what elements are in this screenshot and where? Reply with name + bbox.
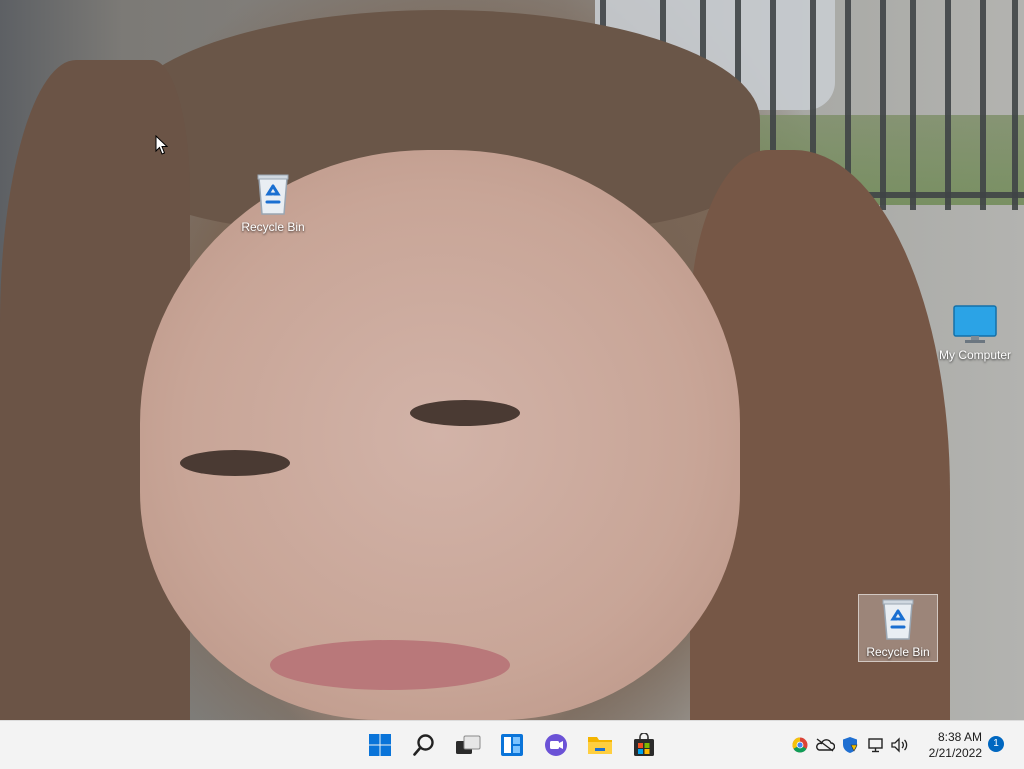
chat-button[interactable] — [540, 729, 572, 761]
security-icon[interactable] — [840, 735, 860, 755]
widgets-button[interactable] — [496, 729, 528, 761]
start-button[interactable] — [364, 729, 396, 761]
recycle-bin-icon — [882, 599, 914, 640]
desktop-icon-label: Recycle Bin — [866, 645, 930, 659]
store-icon — [634, 733, 654, 756]
mouse-cursor-icon — [155, 135, 169, 155]
clock-date: 2/21/2022 — [928, 746, 982, 760]
task-view-button[interactable] — [452, 729, 484, 761]
onedrive-icon[interactable] — [815, 735, 835, 755]
search-button[interactable] — [408, 729, 440, 761]
desktop-icon-label: My Computer — [938, 348, 1012, 362]
notification-badge[interactable]: 1 — [988, 736, 1004, 752]
task-view-icon — [456, 735, 481, 754]
network-icon[interactable] — [865, 735, 885, 755]
wallpaper-face — [140, 150, 740, 720]
computer-monitor-icon — [953, 305, 997, 343]
desktop-icon-my-computer[interactable]: My Computer — [936, 304, 1014, 362]
file-explorer-button[interactable] — [584, 729, 616, 761]
chrome-icon[interactable] — [790, 735, 810, 755]
widgets-icon — [501, 734, 523, 756]
clock-time: 8:38 AM — [937, 730, 982, 744]
chat-icon — [545, 734, 567, 756]
windows-start-icon — [369, 734, 391, 756]
search-icon — [413, 734, 434, 756]
desktop-icon-recycle-bin-selected[interactable]: Recycle Bin — [858, 594, 938, 662]
store-button[interactable] — [628, 729, 660, 761]
volume-icon[interactable] — [890, 735, 910, 755]
file-explorer-icon — [588, 737, 612, 754]
desktop-icon-label: Recycle Bin — [241, 220, 305, 234]
desktop-icon-recycle-bin[interactable]: Recycle Bin — [234, 172, 312, 234]
taskbar-clock[interactable]: 8:38 AM 2/21/2022 — [918, 729, 982, 761]
system-tray — [790, 721, 915, 769]
recycle-bin-icon — [257, 174, 289, 215]
taskbar: 8:38 AM 2/21/2022 — [0, 720, 1024, 769]
